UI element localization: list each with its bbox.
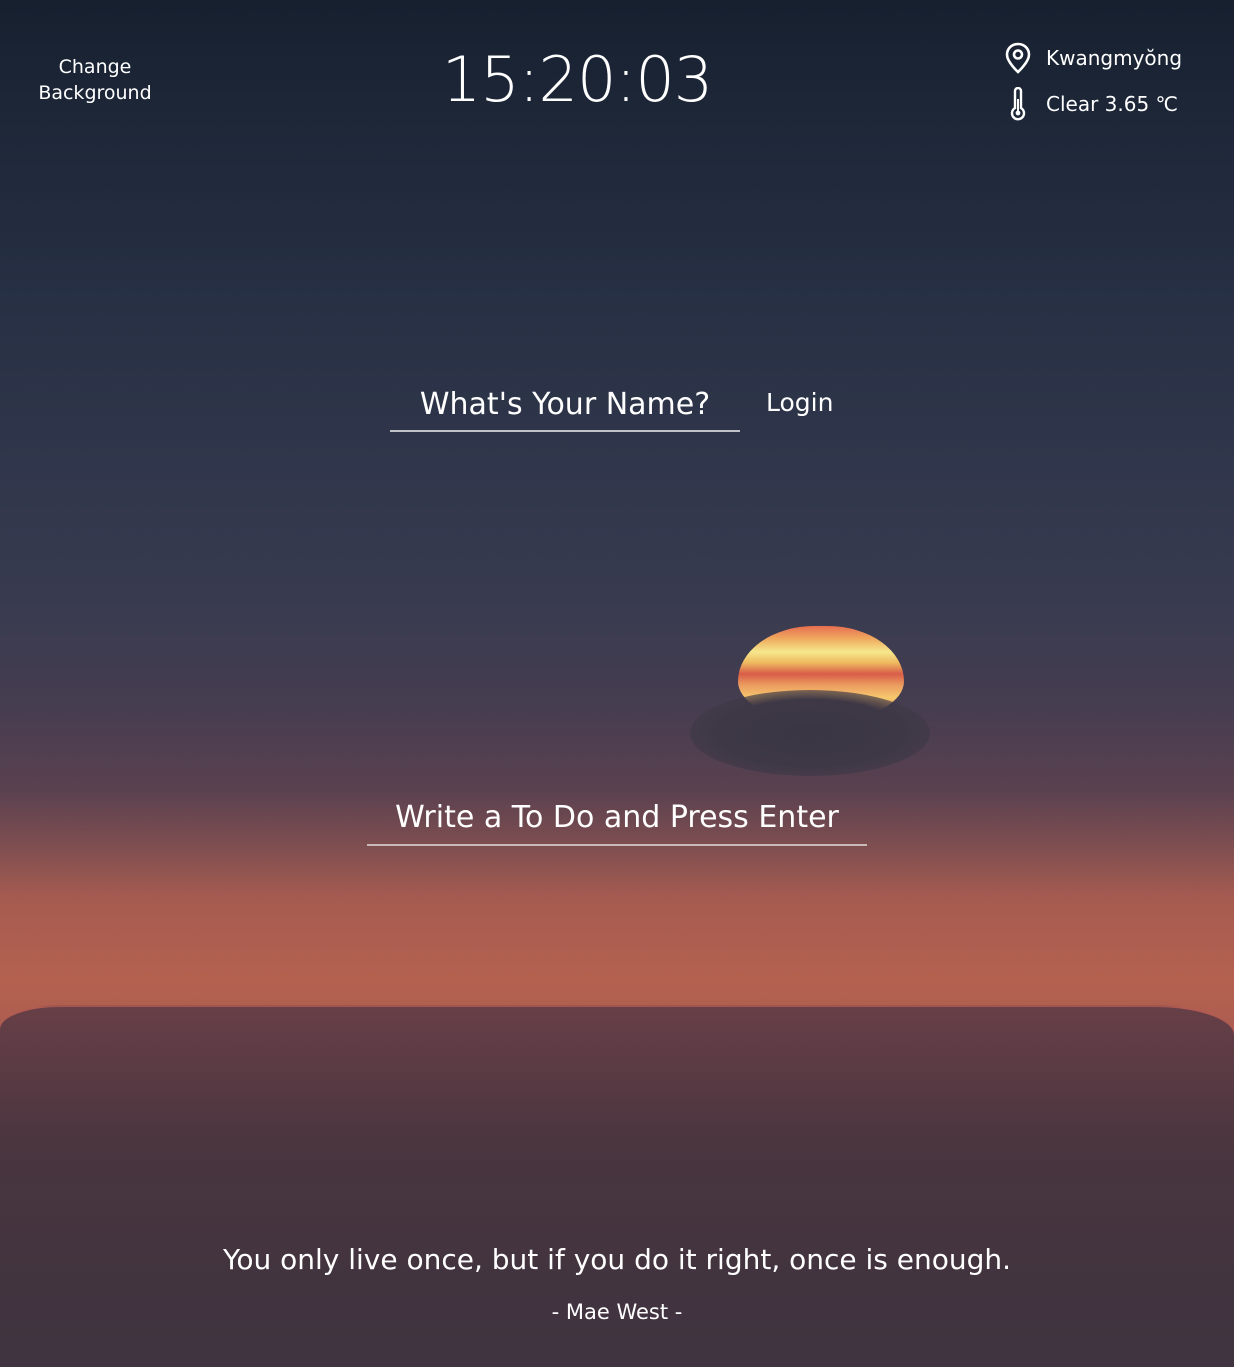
thermometer-icon: [1000, 86, 1036, 122]
background-cloud: [690, 690, 930, 776]
login-button[interactable]: Login: [766, 388, 833, 417]
map-pin-icon: [1000, 40, 1036, 76]
weather-location-row: Kwangmyŏng: [1000, 38, 1230, 78]
quote-text: You only live once, but if you do it rig…: [222, 1243, 1012, 1276]
weather-widget: Kwangmyŏng Clear 3.65 ℃: [1000, 38, 1230, 130]
clock: 15:20:03: [441, 43, 713, 116]
name-input[interactable]: [390, 378, 740, 432]
quote-author: - Mae West -: [551, 1300, 683, 1324]
change-background-button[interactable]: Change Background: [20, 54, 170, 106]
weather-condition: Clear 3.65 ℃: [1046, 92, 1179, 116]
login-form: Login: [390, 378, 860, 438]
weather-location: Kwangmyŏng: [1046, 46, 1183, 70]
weather-condition-row: Clear 3.65 ℃: [1000, 84, 1230, 124]
todo-input[interactable]: [367, 790, 867, 846]
